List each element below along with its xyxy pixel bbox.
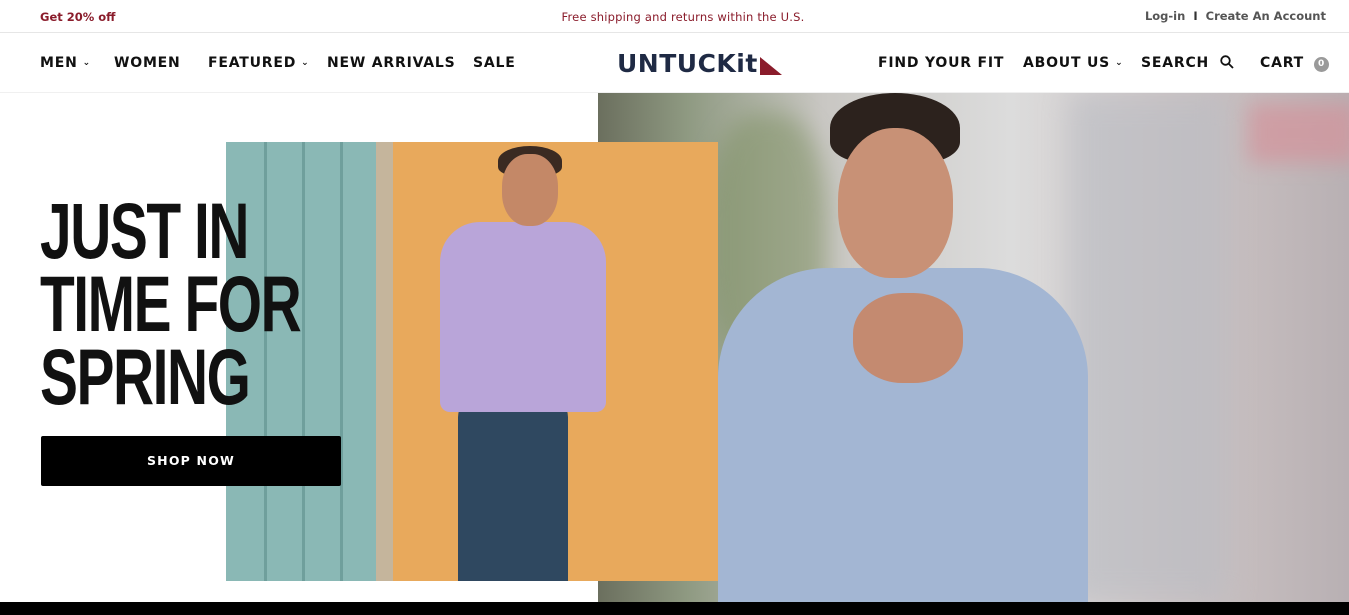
model-hand <box>853 293 963 383</box>
nav-item-about-us[interactable]: ABOUT US ⌄ <box>1023 55 1123 71</box>
headline-line: JUST IN <box>40 186 249 275</box>
model-shirt <box>440 222 606 412</box>
nav-item-women[interactable]: WOMEN <box>114 55 181 71</box>
headline-line: SPRING <box>40 332 251 421</box>
create-account-link[interactable]: Create An Account <box>1206 9 1326 23</box>
main-nav: MEN ⌄ WOMEN FEATURED ⌄ NEW ARRIVALS SALE U… <box>0 33 1349 93</box>
account-separator: I <box>1193 9 1198 23</box>
chevron-down-icon: ⌄ <box>301 58 310 68</box>
nav-item-men[interactable]: MEN ⌄ <box>40 55 91 71</box>
headline-line: TIME FOR <box>40 259 302 348</box>
nav-label: NEW ARRIVALS <box>327 55 456 71</box>
search-button[interactable]: SEARCH <box>1141 55 1234 71</box>
model-face <box>502 154 558 226</box>
hero-banner: JUST IN TIME FOR SPRING SHOP NOW <box>0 93 1349 602</box>
search-icon <box>1220 55 1234 69</box>
model-face <box>838 128 953 278</box>
nav-item-new-arrivals[interactable]: NEW ARRIVALS <box>327 55 456 71</box>
nav-label: FIND YOUR FIT <box>878 55 1005 71</box>
model-pants <box>458 397 568 581</box>
nav-item-sale[interactable]: SALE <box>473 55 516 71</box>
logo-wordmark: UNTUCKit <box>617 48 758 78</box>
cart-count-badge: 0 <box>1314 57 1330 72</box>
chevron-down-icon: ⌄ <box>1115 58 1124 68</box>
nav-label: SALE <box>473 55 516 71</box>
nav-label: FEATURED <box>208 55 297 71</box>
nav-item-featured[interactable]: FEATURED ⌄ <box>208 55 310 71</box>
cart-button[interactable]: CART 0 <box>1260 55 1330 72</box>
nav-label: CART <box>1260 55 1305 71</box>
hero-headline: JUST IN TIME FOR SPRING <box>40 186 302 421</box>
nav-label: WOMEN <box>114 55 181 71</box>
nav-label: MEN <box>40 55 78 71</box>
nav-label: ABOUT US <box>1023 55 1111 71</box>
bottom-strip <box>0 602 1349 615</box>
nav-item-find-your-fit[interactable]: FIND YOUR FIT <box>878 55 1004 71</box>
account-links: Log-in I Create An Account <box>1145 9 1326 23</box>
login-link[interactable]: Log-in <box>1145 9 1185 23</box>
shop-now-button[interactable]: SHOP NOW <box>41 436 341 486</box>
logo-flag-icon <box>759 57 782 75</box>
promo-bar: Get 20% off Free shipping and returns wi… <box>0 0 1349 33</box>
chevron-down-icon: ⌄ <box>82 58 91 68</box>
nav-label: SEARCH <box>1141 55 1210 71</box>
brand-logo[interactable]: UNTUCKit <box>617 47 782 79</box>
